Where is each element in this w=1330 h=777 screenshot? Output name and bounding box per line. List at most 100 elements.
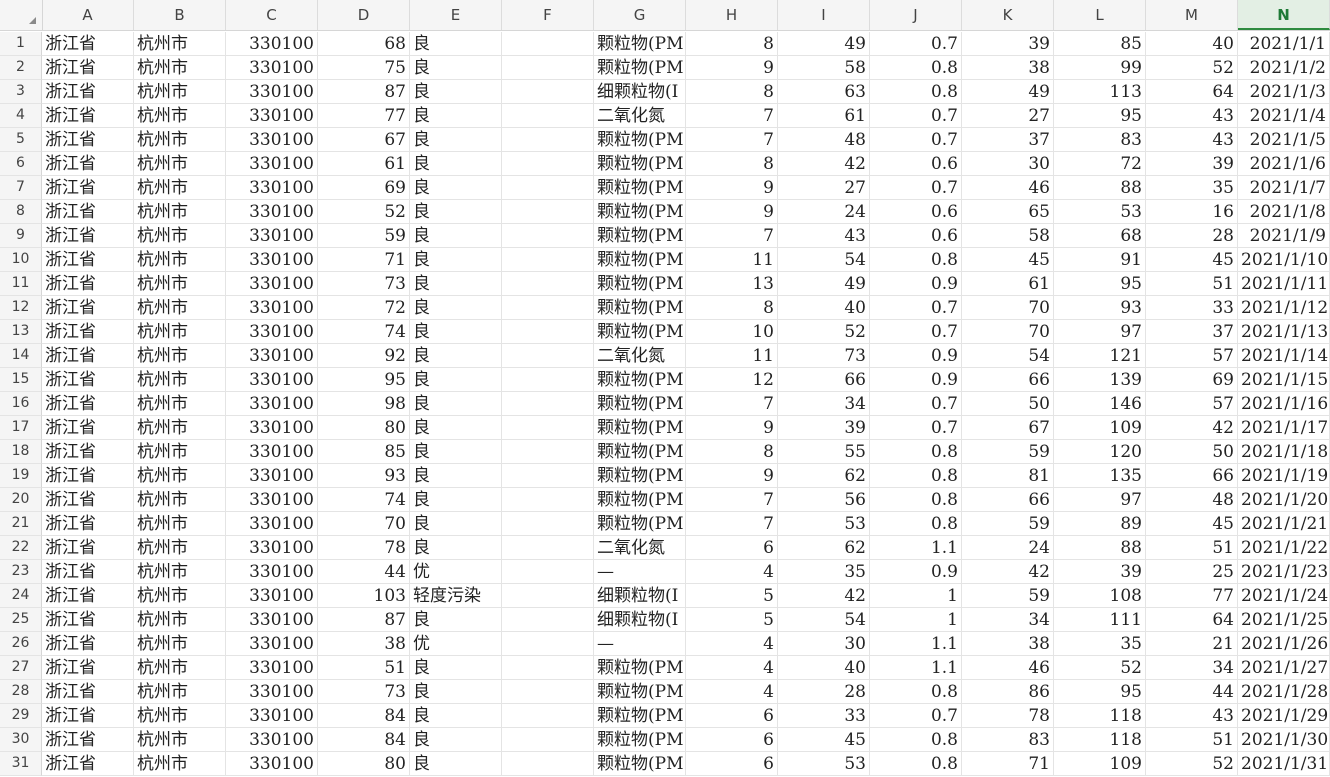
cell-g[interactable]: 细颗粒物(I xyxy=(594,608,686,632)
cell-i[interactable]: 42 xyxy=(778,584,870,608)
cell-m[interactable]: 44 xyxy=(1146,680,1238,704)
cell-g[interactable]: 颗粒物(PM xyxy=(594,296,686,320)
cell-b[interactable]: 杭州市 xyxy=(134,272,226,296)
cell-e[interactable]: 良 xyxy=(410,728,502,752)
cell-c[interactable]: 330100 xyxy=(226,608,318,632)
cell-e[interactable]: 良 xyxy=(410,152,502,176)
cell-n[interactable]: 2021/1/7 xyxy=(1238,176,1330,200)
cell-n[interactable]: 2021/1/2 xyxy=(1238,56,1330,80)
cell-l[interactable]: 113 xyxy=(1054,80,1146,104)
cell-a[interactable]: 浙江省 xyxy=(42,560,134,584)
cell-d[interactable]: 98 xyxy=(318,392,410,416)
cell-f[interactable] xyxy=(502,104,594,128)
cell-d[interactable]: 77 xyxy=(318,104,410,128)
cell-d[interactable]: 78 xyxy=(318,536,410,560)
cell-m[interactable]: 45 xyxy=(1146,248,1238,272)
cell-m[interactable]: 35 xyxy=(1146,176,1238,200)
cell-e[interactable]: 良 xyxy=(410,296,502,320)
cell-l[interactable]: 39 xyxy=(1054,560,1146,584)
cell-m[interactable]: 69 xyxy=(1146,368,1238,392)
cell-j[interactable]: 1.1 xyxy=(870,536,962,560)
cell-f[interactable] xyxy=(502,440,594,464)
cell-i[interactable]: 40 xyxy=(778,296,870,320)
cell-j[interactable]: 0.9 xyxy=(870,560,962,584)
cell-n[interactable]: 2021/1/27 xyxy=(1238,656,1330,680)
column-header-f[interactable]: F xyxy=(502,0,594,30)
cell-h[interactable]: 8 xyxy=(686,152,778,176)
cell-m[interactable]: 51 xyxy=(1146,728,1238,752)
cell-e[interactable]: 良 xyxy=(410,344,502,368)
cell-k[interactable]: 45 xyxy=(962,248,1054,272)
cell-h[interactable]: 9 xyxy=(686,464,778,488)
cell-j[interactable]: 1 xyxy=(870,608,962,632)
cell-n[interactable]: 2021/1/5 xyxy=(1238,128,1330,152)
cell-j[interactable]: 0.7 xyxy=(870,104,962,128)
cell-b[interactable]: 杭州市 xyxy=(134,296,226,320)
cell-l[interactable]: 85 xyxy=(1054,32,1146,56)
cell-l[interactable]: 95 xyxy=(1054,272,1146,296)
cell-m[interactable]: 21 xyxy=(1146,632,1238,656)
cell-l[interactable]: 52 xyxy=(1054,656,1146,680)
cell-a[interactable]: 浙江省 xyxy=(42,128,134,152)
cell-b[interactable]: 杭州市 xyxy=(134,440,226,464)
cell-c[interactable]: 330100 xyxy=(226,440,318,464)
cell-f[interactable] xyxy=(502,584,594,608)
cell-g[interactable]: 颗粒物(PM xyxy=(594,728,686,752)
cell-k[interactable]: 70 xyxy=(962,296,1054,320)
cell-f[interactable] xyxy=(502,344,594,368)
cell-d[interactable]: 84 xyxy=(318,704,410,728)
cell-b[interactable]: 杭州市 xyxy=(134,56,226,80)
cell-n[interactable]: 2021/1/10 xyxy=(1238,248,1330,272)
cell-e[interactable]: 优 xyxy=(410,560,502,584)
cell-m[interactable]: 48 xyxy=(1146,488,1238,512)
cell-b[interactable]: 杭州市 xyxy=(134,608,226,632)
cell-m[interactable]: 42 xyxy=(1146,416,1238,440)
cell-k[interactable]: 58 xyxy=(962,224,1054,248)
cell-d[interactable]: 80 xyxy=(318,752,410,776)
column-header-k[interactable]: K xyxy=(962,0,1054,30)
cell-a[interactable]: 浙江省 xyxy=(42,248,134,272)
cell-g[interactable]: 二氧化氮 xyxy=(594,104,686,128)
cell-g[interactable]: 颗粒物(PM xyxy=(594,752,686,776)
cell-g[interactable]: 二氧化氮 xyxy=(594,344,686,368)
column-header-d[interactable]: D xyxy=(318,0,410,30)
cell-g[interactable]: 颗粒物(PM xyxy=(594,248,686,272)
cell-b[interactable]: 杭州市 xyxy=(134,560,226,584)
cell-e[interactable]: 优 xyxy=(410,632,502,656)
cell-h[interactable]: 4 xyxy=(686,632,778,656)
row-header[interactable]: 9 xyxy=(0,224,42,248)
cell-i[interactable]: 28 xyxy=(778,680,870,704)
cell-g[interactable]: 颗粒物(PM xyxy=(594,392,686,416)
column-header-a[interactable]: A xyxy=(42,0,134,30)
cell-c[interactable]: 330100 xyxy=(226,224,318,248)
cell-l[interactable]: 88 xyxy=(1054,176,1146,200)
cell-c[interactable]: 330100 xyxy=(226,584,318,608)
cell-h[interactable]: 4 xyxy=(686,680,778,704)
column-header-b[interactable]: B xyxy=(134,0,226,30)
cell-e[interactable]: 良 xyxy=(410,104,502,128)
row-header[interactable]: 31 xyxy=(0,752,42,776)
cell-d[interactable]: 92 xyxy=(318,344,410,368)
cell-c[interactable]: 330100 xyxy=(226,656,318,680)
cell-e[interactable]: 良 xyxy=(410,176,502,200)
cell-c[interactable]: 330100 xyxy=(226,632,318,656)
cell-m[interactable]: 28 xyxy=(1146,224,1238,248)
cell-i[interactable]: 58 xyxy=(778,56,870,80)
cell-e[interactable]: 良 xyxy=(410,224,502,248)
cell-d[interactable]: 103 xyxy=(318,584,410,608)
cell-l[interactable]: 97 xyxy=(1054,320,1146,344)
column-header-j[interactable]: J xyxy=(870,0,962,30)
cell-e[interactable]: 良 xyxy=(410,416,502,440)
column-header-g[interactable]: G xyxy=(594,0,686,30)
cell-a[interactable]: 浙江省 xyxy=(42,704,134,728)
cell-h[interactable]: 13 xyxy=(686,272,778,296)
cell-k[interactable]: 39 xyxy=(962,32,1054,56)
cell-c[interactable]: 330100 xyxy=(226,344,318,368)
cell-d[interactable]: 52 xyxy=(318,200,410,224)
cell-g[interactable]: 颗粒物(PM xyxy=(594,464,686,488)
cell-j[interactable]: 0.8 xyxy=(870,512,962,536)
cell-j[interactable]: 0.6 xyxy=(870,152,962,176)
cell-f[interactable] xyxy=(502,152,594,176)
cell-h[interactable]: 7 xyxy=(686,128,778,152)
cell-b[interactable]: 杭州市 xyxy=(134,584,226,608)
